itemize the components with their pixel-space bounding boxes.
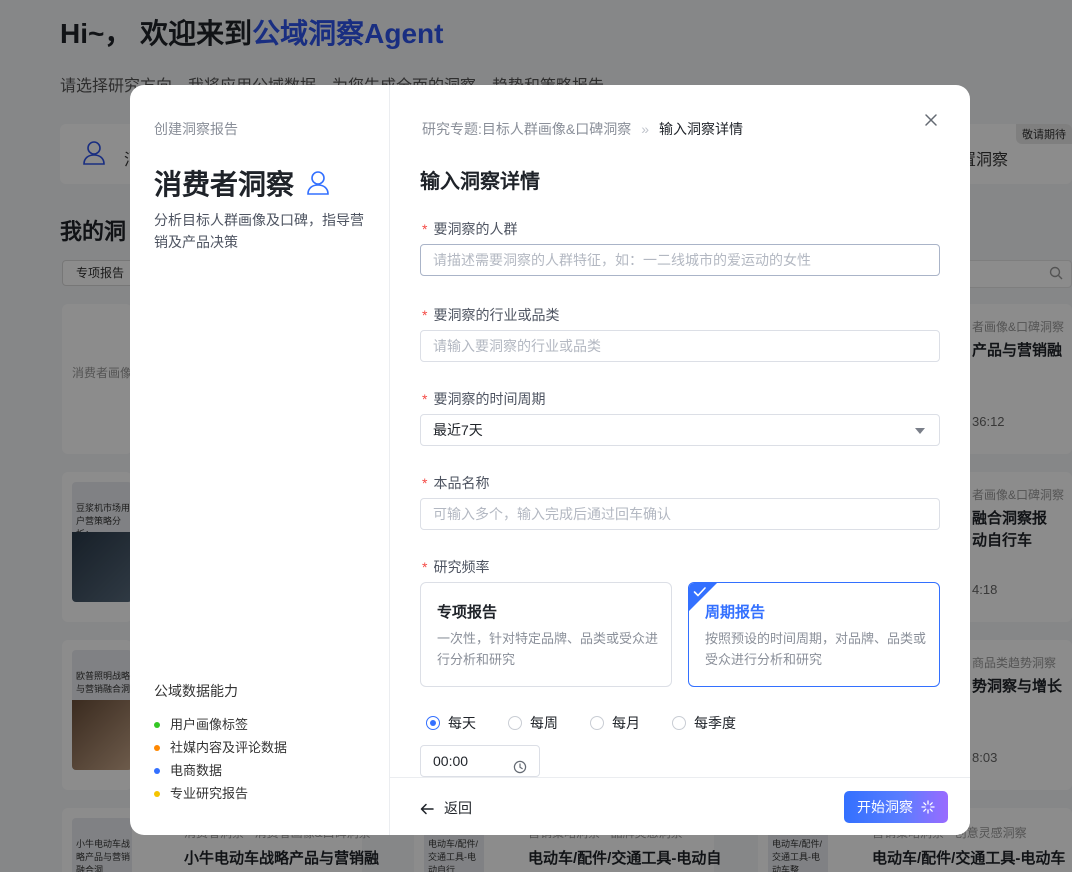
frequency-label-text: 研究频率 — [433, 559, 490, 575]
modal-footer: 返回 开始洞察 — [390, 777, 970, 835]
frequency-option-periodic[interactable]: 周期报告 按照预设的时间周期，对品牌、品类或受众进行分析和研究 — [688, 582, 940, 687]
capability-label: 社媒内容及评论数据 — [170, 740, 288, 755]
back-label: 返回 — [444, 800, 472, 816]
period-selected-value: 最近7天 — [433, 422, 483, 438]
audience-input[interactable] — [420, 244, 940, 276]
capability-item: 专业研究报告 — [154, 782, 287, 805]
capabilities-title: 公域数据能力 — [154, 683, 238, 699]
report-type-description: 分析目标人群画像及口碑，指导营销及产品决策 — [154, 212, 364, 250]
radio-circle — [590, 716, 604, 730]
product-name-input[interactable] — [420, 498, 940, 530]
schedule-radio-group: 每天 每周 每月 每季度 — [426, 713, 768, 733]
radio-circle — [508, 716, 522, 730]
capability-dot — [154, 721, 160, 728]
breadcrumb-separator: » — [641, 121, 650, 137]
capability-dot — [154, 744, 160, 751]
modal-sidebar: 创建洞察报告 消费者洞察 分析目标人群画像及口碑，指导营销及产品决策 公域数据能… — [130, 85, 390, 835]
radio-label: 每周 — [530, 715, 558, 731]
product-label: * 本品名称 — [422, 475, 490, 491]
frequency-option-description: 按照预设的时间周期，对品牌、品类或受众进行分析和研究 — [705, 631, 927, 667]
radio-daily[interactable]: 每天 — [426, 713, 476, 733]
breadcrumb-parent[interactable]: 研究专题:目标人群画像&口碑洞察 — [422, 119, 631, 139]
product-label-text: 本品名称 — [433, 475, 490, 491]
create-report-modal: 创建洞察报告 消费者洞察 分析目标人群画像及口碑，指导营销及产品决策 公域数据能… — [130, 85, 970, 835]
form-heading: 输入洞察详情 — [420, 171, 540, 193]
sparkle-icon — [921, 800, 935, 814]
capability-item: 电商数据 — [154, 759, 287, 782]
audience-label-text: 要洞察的人群 — [433, 221, 518, 237]
user-icon — [306, 170, 330, 196]
clock-icon — [513, 754, 527, 774]
capability-item: 社媒内容及评论数据 — [154, 736, 287, 759]
period-label: * 要洞察的时间周期 — [422, 391, 546, 407]
frequency-option-adhoc[interactable]: 专项报告 一次性，针对特定品牌、品类或受众进行分析和研究 — [420, 582, 672, 687]
start-insight-button[interactable]: 开始洞察 — [844, 791, 948, 823]
breadcrumb-current: 输入洞察详情 — [659, 121, 744, 137]
capability-label: 用户画像标签 — [170, 717, 249, 732]
radio-label: 每天 — [448, 715, 476, 731]
radio-quarterly[interactable]: 每季度 — [672, 713, 736, 733]
modal-form-panel: 研究专题:目标人群画像&口碑洞察 » 输入洞察详情 输入洞察详情 * 要洞察的人群… — [390, 85, 970, 835]
radio-weekly[interactable]: 每周 — [508, 713, 558, 733]
frequency-option-title: 周期报告 — [705, 604, 766, 621]
start-label: 开始洞察 — [857, 799, 913, 815]
capability-dot — [154, 790, 160, 797]
report-type-title: 消费者洞察 — [154, 163, 330, 203]
check-icon — [693, 585, 707, 597]
period-label-text: 要洞察的时间周期 — [433, 391, 546, 407]
time-picker[interactable]: 00:00 — [420, 745, 540, 777]
frequency-option-description: 一次性，针对特定品牌、品类或受众进行分析和研究 — [437, 631, 659, 667]
industry-label-text: 要洞察的行业或品类 — [433, 307, 560, 323]
radio-circle — [426, 716, 440, 730]
audience-label: * 要洞察的人群 — [422, 221, 518, 237]
back-button[interactable]: 返回 — [420, 798, 472, 818]
period-select[interactable]: 最近7天 — [420, 414, 940, 446]
industry-label: * 要洞察的行业或品类 — [422, 307, 560, 323]
close-icon[interactable] — [922, 111, 940, 129]
frequency-label: * 研究频率 — [422, 559, 490, 575]
radio-circle — [672, 716, 686, 730]
capability-item: 用户画像标签 — [154, 713, 287, 736]
radio-label: 每季度 — [694, 715, 736, 731]
industry-input[interactable] — [420, 330, 940, 362]
caret-down-icon — [915, 428, 925, 434]
radio-monthly[interactable]: 每月 — [590, 713, 640, 733]
time-value: 00:00 — [433, 753, 469, 769]
frequency-option-title: 专项报告 — [437, 604, 498, 621]
capability-dot — [154, 767, 160, 774]
create-report-label: 创建洞察报告 — [154, 121, 238, 137]
breadcrumb: 研究专题:目标人群画像&口碑洞察 » 输入洞察详情 — [422, 119, 743, 139]
arrow-left-icon — [420, 802, 434, 815]
capabilities-list: 用户画像标签 社媒内容及评论数据 电商数据 专业研究报告 — [154, 713, 287, 805]
radio-label: 每月 — [612, 715, 640, 731]
capability-label: 电商数据 — [170, 763, 223, 778]
capability-label: 专业研究报告 — [170, 786, 249, 801]
report-type-name: 消费者洞察 — [154, 169, 295, 200]
